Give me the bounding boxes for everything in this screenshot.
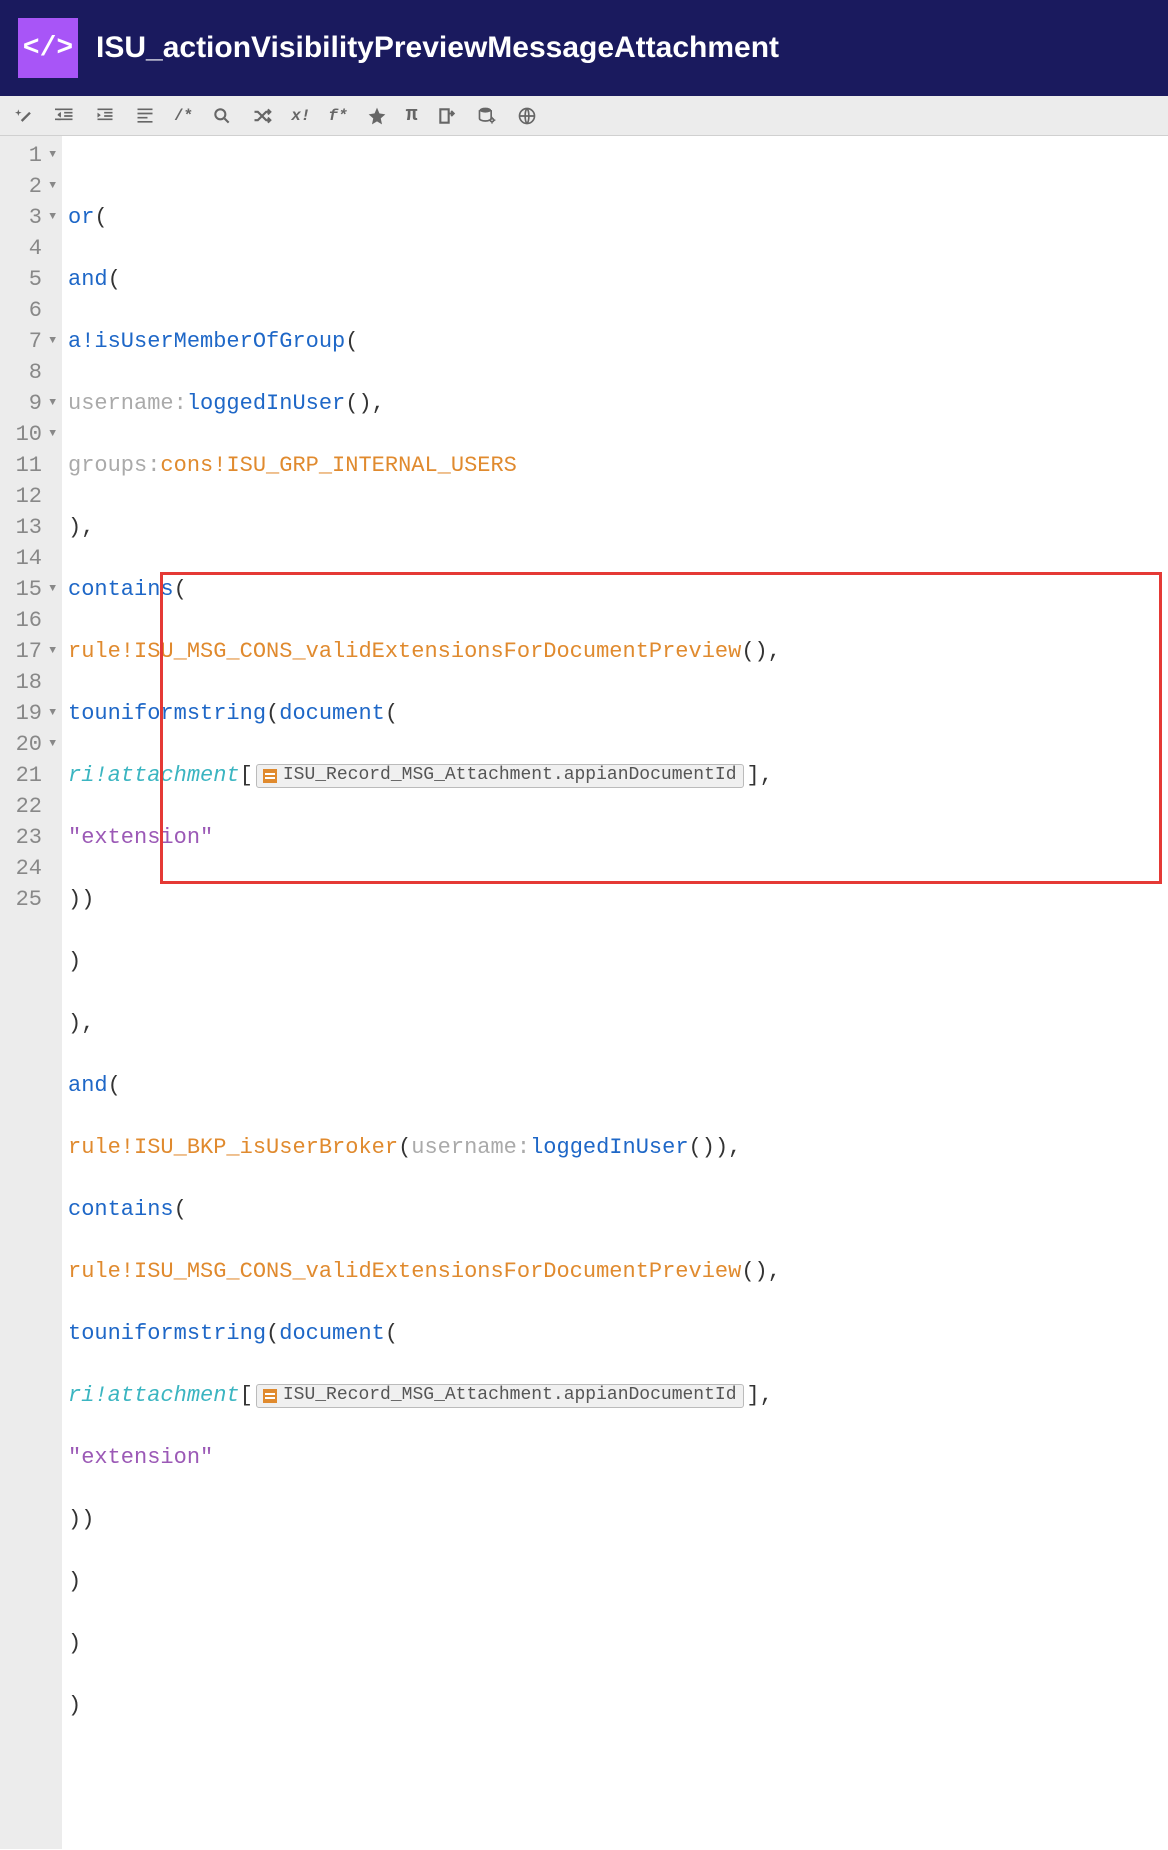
code-line: and( <box>68 1070 1168 1101</box>
code-line: ) <box>68 1566 1168 1597</box>
rule-icon: </> <box>18 18 78 78</box>
export-icon[interactable] <box>436 105 458 127</box>
outdent-icon[interactable] <box>54 105 76 127</box>
code-line: contains( <box>68 1194 1168 1225</box>
database-icon[interactable] <box>476 105 498 127</box>
fold-marker-icon[interactable]: ▼ <box>46 729 56 760</box>
page-title: ISU_actionVisibilityPreviewMessageAttach… <box>96 31 779 65</box>
x-exclaim-icon[interactable]: x! <box>291 107 310 125</box>
fold-marker-icon[interactable]: ▼ <box>46 419 56 450</box>
line-number: 20▼ <box>10 729 56 760</box>
line-number: 25 <box>10 884 56 915</box>
line-number: 12 <box>10 481 56 512</box>
line-number: 23 <box>10 822 56 853</box>
code-area[interactable]: or( and( a!isUserMemberOfGroup( username… <box>62 136 1168 1849</box>
line-number: 7▼ <box>10 326 56 357</box>
line-number: 3▼ <box>10 202 56 233</box>
line-number: 6 <box>10 295 56 326</box>
code-line: touniformstring(document( <box>68 1318 1168 1349</box>
code-line: contains( <box>68 574 1168 605</box>
line-number: 14 <box>10 543 56 574</box>
code-line: "extension" <box>68 822 1168 853</box>
code-line: and( <box>68 264 1168 295</box>
line-number: 18 <box>10 667 56 698</box>
code-line: or( <box>68 202 1168 233</box>
line-number: 16 <box>10 605 56 636</box>
header: </> ISU_actionVisibilityPreviewMessageAt… <box>0 0 1168 96</box>
line-number: 2▼ <box>10 171 56 202</box>
code-line: rule!ISU_MSG_CONS_validExtensionsForDocu… <box>68 636 1168 667</box>
comment-icon[interactable]: /* <box>174 107 193 125</box>
code-line: ri!attachment[ISU_Record_MSG_Attachment.… <box>68 760 1168 791</box>
code-editor[interactable]: 1▼2▼3▼4567▼89▼10▼1112131415▼1617▼1819▼20… <box>0 136 1168 1849</box>
line-number: 21 <box>10 760 56 791</box>
fold-marker-icon[interactable]: ▼ <box>46 202 56 233</box>
code-line: touniformstring(document( <box>68 698 1168 729</box>
code-line: ), <box>68 1008 1168 1039</box>
code-line: rule!ISU_MSG_CONS_validExtensionsForDocu… <box>68 1256 1168 1287</box>
code-line: rule!ISU_BKP_isUserBroker(username: logg… <box>68 1132 1168 1163</box>
fold-marker-icon[interactable]: ▼ <box>46 140 56 171</box>
line-number: 22 <box>10 791 56 822</box>
line-number: 11 <box>10 450 56 481</box>
globe-icon[interactable] <box>516 105 538 127</box>
fx-icon[interactable]: f* <box>328 107 347 125</box>
record-icon <box>263 769 277 783</box>
code-line: )) <box>68 884 1168 915</box>
line-number: 19▼ <box>10 698 56 729</box>
record-field-chip[interactable]: ISU_Record_MSG_Attachment.appianDocument… <box>256 764 744 788</box>
record-icon <box>263 1389 277 1403</box>
fold-marker-icon[interactable]: ▼ <box>46 636 56 667</box>
code-line: a!isUserMemberOfGroup( <box>68 326 1168 357</box>
search-icon[interactable] <box>211 105 233 127</box>
line-number: 8 <box>10 357 56 388</box>
star-icon[interactable] <box>366 105 388 127</box>
code-line: ) <box>68 1690 1168 1721</box>
shuffle-icon[interactable] <box>251 105 273 127</box>
code-line: username: loggedInUser(), <box>68 388 1168 419</box>
line-number: 5 <box>10 264 56 295</box>
fold-marker-icon[interactable]: ▼ <box>46 698 56 729</box>
code-line: )) <box>68 1504 1168 1535</box>
code-line: "extension" <box>68 1442 1168 1473</box>
code-line: ri!attachment[ISU_Record_MSG_Attachment.… <box>68 1380 1168 1411</box>
pi-icon[interactable]: π <box>406 104 418 127</box>
line-number: 4 <box>10 233 56 264</box>
record-field-chip[interactable]: ISU_Record_MSG_Attachment.appianDocument… <box>256 1384 744 1408</box>
code-line: ) <box>68 1628 1168 1659</box>
code-line: ) <box>68 946 1168 977</box>
code-line: ), <box>68 512 1168 543</box>
line-number: 13 <box>10 512 56 543</box>
line-number: 24 <box>10 853 56 884</box>
fold-marker-icon[interactable]: ▼ <box>46 171 56 202</box>
fold-marker-icon[interactable]: ▼ <box>46 388 56 419</box>
line-number: 17▼ <box>10 636 56 667</box>
fold-marker-icon[interactable]: ▼ <box>46 326 56 357</box>
line-number: 1▼ <box>10 140 56 171</box>
format-icon[interactable] <box>134 105 156 127</box>
indent-icon[interactable] <box>94 105 116 127</box>
editor-toolbar: /* x! f* π <box>0 96 1168 136</box>
line-number: 9▼ <box>10 388 56 419</box>
line-number: 15▼ <box>10 574 56 605</box>
fold-marker-icon[interactable]: ▼ <box>46 574 56 605</box>
magic-wand-icon[interactable] <box>14 105 36 127</box>
code-line: groups: cons!ISU_GRP_INTERNAL_USERS <box>68 450 1168 481</box>
line-gutter: 1▼2▼3▼4567▼89▼10▼1112131415▼1617▼1819▼20… <box>0 136 62 1849</box>
line-number: 10▼ <box>10 419 56 450</box>
